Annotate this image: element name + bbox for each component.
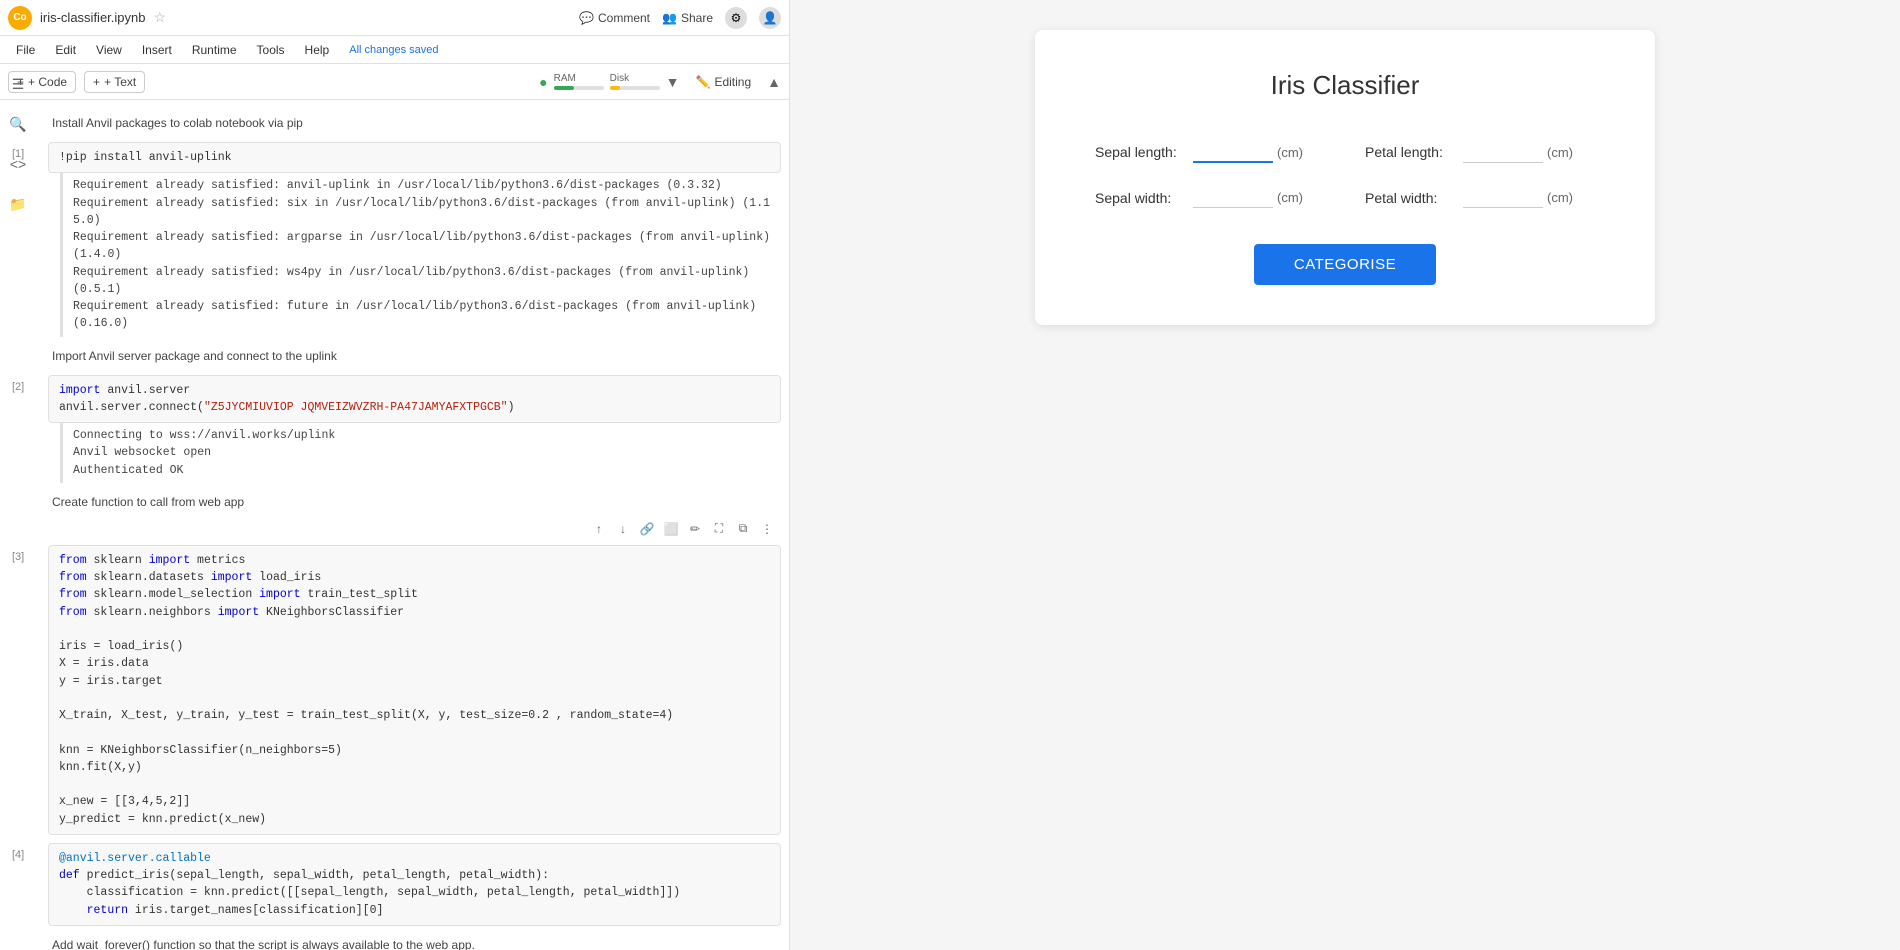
petal-width-field: Petal width: (cm) — [1365, 187, 1595, 208]
settings-icon[interactable]: ⚙ — [725, 7, 747, 29]
notebook-title: iris-classifier.ipynb — [40, 10, 145, 25]
plus-text-icon: + — [93, 75, 100, 89]
disk-indicator: Disk — [610, 73, 660, 90]
disk-bar — [610, 86, 660, 90]
menu-insert[interactable]: Insert — [134, 41, 180, 59]
sepal-width-unit: (cm) — [1277, 190, 1303, 205]
output-1: Requirement already satisfied: anvil-upl… — [60, 173, 781, 336]
cell-number-4: [4] — [12, 849, 24, 861]
expand-button[interactable]: ⛶ — [709, 519, 729, 539]
petal-width-input[interactable] — [1463, 187, 1543, 208]
menu-edit[interactable]: Edit — [47, 41, 84, 59]
menu-tools[interactable]: Tools — [249, 41, 293, 59]
code-cell-4[interactable]: @anvil.server.callable def predict_iris(… — [48, 843, 781, 926]
share-icon: 👥 — [662, 11, 677, 25]
section-text-4: Add wait_forever() function so that the … — [48, 930, 781, 950]
form-grid: Sepal length: (cm) Petal length: (cm) Se… — [1095, 141, 1595, 208]
petal-length-unit: (cm) — [1547, 145, 1573, 160]
move-down-button[interactable]: ↓ — [613, 519, 633, 539]
petal-length-input-wrapper: (cm) — [1463, 142, 1595, 163]
code-cell-3[interactable]: from sklearn import metrics from sklearn… — [48, 545, 781, 835]
toolbar: + + Code + + Text ● RAM Disk ▼ — [0, 64, 789, 100]
cell-1: [1] !pip install anvil-uplink Requiremen… — [48, 142, 781, 337]
petal-length-field: Petal length: (cm) — [1365, 141, 1595, 163]
petal-length-input[interactable] — [1463, 142, 1543, 163]
section-text-2: Import Anvil server package and connect … — [48, 341, 781, 371]
pencil-icon: ✏️ — [695, 75, 710, 89]
top-bar: Co iris-classifier.ipynb ☆ 💬 Comment 👥 S… — [0, 0, 789, 36]
sepal-width-label: Sepal width: — [1095, 190, 1185, 206]
link-button[interactable]: 🔗 — [637, 519, 657, 539]
app-title: Iris Classifier — [1095, 70, 1595, 101]
sepal-width-input[interactable] — [1193, 187, 1273, 208]
disk-label: Disk — [610, 73, 660, 84]
cell-3: [3] from sklearn import metrics from skl… — [48, 545, 781, 835]
sidebar-file-icon[interactable]: 📁 — [6, 192, 30, 216]
add-text-button[interactable]: + + Text — [84, 71, 145, 93]
cell-number-1: [1] — [12, 148, 24, 160]
sidebar-search-icon[interactable]: 🔍 — [6, 112, 30, 136]
colab-logo: Co — [8, 6, 32, 30]
move-up-button[interactable]: ↑ — [589, 519, 609, 539]
cell-menu-button[interactable]: ⬜ — [661, 519, 681, 539]
disk-bar-fill — [610, 86, 620, 90]
section-text-3: Create function to call from web app — [48, 487, 781, 517]
share-button[interactable]: 👥 Share — [662, 11, 713, 25]
top-bar-right: 💬 Comment 👥 Share ⚙ 👤 — [579, 7, 781, 29]
sidebar: ☰ 🔍 <> 📁 — [0, 64, 36, 216]
cell-number-3: [3] — [12, 551, 24, 563]
cell-number-2: [2] — [12, 381, 24, 393]
app-card: Iris Classifier Sepal length: (cm) Petal… — [1035, 30, 1655, 325]
sepal-length-label: Sepal length: — [1095, 144, 1185, 160]
menu-bar: File Edit View Insert Runtime Tools Help… — [0, 36, 789, 64]
petal-width-label: Petal width: — [1365, 190, 1455, 206]
ram-label: RAM — [554, 73, 604, 84]
menu-runtime[interactable]: Runtime — [184, 41, 245, 59]
cell-2: [2] import anvil.server anvil.server.con… — [48, 375, 781, 483]
cell-4: [4] @anvil.server.callable def predict_i… — [48, 843, 781, 926]
copy-button[interactable]: ⧉ — [733, 519, 753, 539]
menu-file[interactable]: File — [8, 41, 43, 59]
comment-icon: 💬 — [579, 11, 594, 25]
chevron-up-icon[interactable]: ▲ — [767, 74, 781, 90]
app-panel: Iris Classifier Sepal length: (cm) Petal… — [790, 0, 1900, 950]
sepal-width-field: Sepal width: (cm) — [1095, 187, 1325, 208]
sepal-length-field: Sepal length: (cm) — [1095, 141, 1325, 163]
menu-help[interactable]: Help — [297, 41, 338, 59]
sepal-length-unit: (cm) — [1277, 145, 1303, 160]
comment-button[interactable]: 💬 Comment — [579, 11, 650, 25]
green-dot: ● — [539, 74, 547, 90]
save-status: All changes saved — [349, 44, 438, 56]
petal-width-input-wrapper: (cm) — [1463, 187, 1595, 208]
categorise-button[interactable]: CATEGORISE — [1254, 244, 1436, 285]
code-cell-2[interactable]: import anvil.server anvil.server.connect… — [48, 375, 781, 424]
sepal-width-input-wrapper: (cm) — [1193, 187, 1325, 208]
more-button[interactable]: ⋮ — [757, 519, 777, 539]
sidebar-menu-icon[interactable]: ☰ — [6, 72, 30, 96]
star-icon[interactable]: ☆ — [153, 9, 166, 26]
ram-bar — [554, 86, 604, 90]
ram-disk-indicator: ● RAM Disk ▼ — [539, 73, 679, 90]
expand-icon[interactable]: ▼ — [666, 74, 680, 90]
edit-button[interactable]: ✏ — [685, 519, 705, 539]
petal-width-unit: (cm) — [1547, 190, 1573, 205]
section-text-1: Install Anvil packages to colab notebook… — [48, 108, 781, 138]
code-1: !pip install anvil-uplink — [59, 149, 770, 166]
ram-indicator: RAM — [554, 73, 604, 90]
menu-view[interactable]: View — [88, 41, 130, 59]
user-avatar[interactable]: 👤 — [759, 7, 781, 29]
editing-button[interactable]: ✏️ Editing — [687, 72, 759, 92]
code-cell-1[interactable]: !pip install anvil-uplink — [48, 142, 781, 173]
notebook-panel: Co iris-classifier.ipynb ☆ 💬 Comment 👥 S… — [0, 0, 790, 950]
output-2: Connecting to wss://anvil.works/uplink A… — [60, 423, 781, 483]
cell-toolbar-3: ↑ ↓ 🔗 ⬜ ✏ ⛶ ⧉ ⋮ — [48, 517, 781, 541]
sepal-length-input-wrapper: (cm) — [1193, 141, 1325, 163]
notebook-content: Install Anvil packages to colab notebook… — [0, 100, 789, 950]
petal-length-label: Petal length: — [1365, 144, 1455, 160]
sepal-length-input[interactable] — [1193, 141, 1273, 163]
ram-bar-fill — [554, 86, 574, 90]
